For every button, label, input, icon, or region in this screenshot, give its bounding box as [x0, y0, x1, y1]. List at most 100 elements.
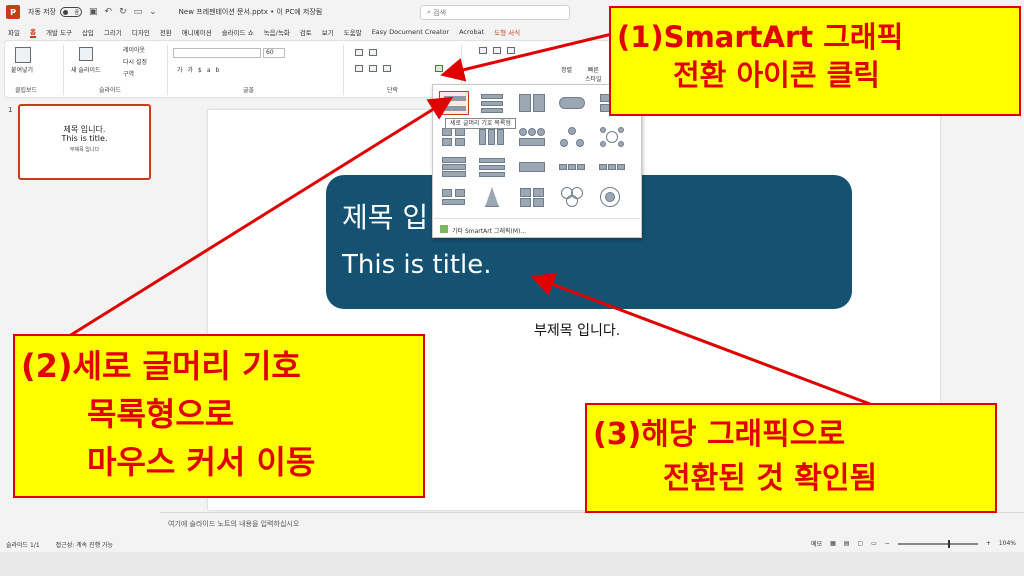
layout-button[interactable]: 레이아웃 [123, 45, 145, 54]
autosave-toggle[interactable]: 끔 [60, 7, 82, 17]
quick-styles-button[interactable]: 빠른 스타일 [585, 65, 602, 83]
redo-icon[interactable]: ↻ [119, 7, 127, 17]
smartart-option[interactable] [517, 155, 547, 179]
smartart-vertical-bullet-list[interactable] [439, 91, 469, 115]
tab-transitions[interactable]: 전환 [160, 27, 172, 37]
slide-subtitle[interactable]: 부제목 입니다. [534, 320, 620, 340]
smartart-option[interactable] [517, 185, 547, 209]
align-left-icon[interactable] [355, 65, 363, 72]
smartart-option[interactable] [557, 125, 587, 149]
document-title: New 프레젠테이션 문서.pptx • 이 PC에 저장됨 [178, 8, 323, 16]
normal-view-icon[interactable]: ▦ [830, 540, 836, 547]
notes-pane[interactable]: 여기에 슬라이드 노트의 내용을 입력하십시오 [160, 512, 1024, 536]
zoom-out-icon[interactable]: − [885, 540, 890, 547]
tab-help[interactable]: 도움말 [344, 27, 362, 37]
smartart-option[interactable] [517, 91, 547, 115]
clipboard-group-label: 클립보드 [15, 87, 38, 94]
font-group-label: 글꼴 [243, 87, 255, 94]
status-bar: 슬라이드 1/1 접근성: 계속 진행 가능 메모 ▦ ▤ ▢ ▭ − + 10… [0, 536, 1024, 552]
bottom-strip [0, 552, 1024, 576]
smartart-option[interactable] [517, 125, 547, 149]
search-input[interactable]: ⌕ 검색 [420, 5, 570, 20]
slideshow-view-icon[interactable]: ▭ [871, 540, 877, 547]
slide-thumbnail[interactable]: 제목 입니다. This is title. 부제목 입니다 [18, 104, 151, 180]
paste-button[interactable]: 붙여넣기 [11, 65, 33, 74]
callout-step2: (2)세로 글머리 기호 목록형으로 마우스 커서 이동 [13, 334, 425, 498]
section-button[interactable]: 구역 [123, 69, 134, 78]
smartart-option[interactable] [439, 155, 469, 179]
tab-home[interactable]: 홈 [29, 26, 36, 38]
bullets-icon[interactable] [355, 49, 363, 56]
smartart-option[interactable] [477, 91, 507, 115]
arrange-button[interactable]: 정렬 [561, 65, 572, 74]
zoom-level[interactable]: 104% [999, 540, 1016, 547]
smartart-option[interactable] [477, 155, 507, 179]
tab-easy-document-creator[interactable]: Easy Document Creator [372, 28, 449, 36]
slide-title-line1: 제목 입 [342, 201, 429, 234]
save-icon[interactable]: ▣ [89, 7, 98, 17]
zoom-slider[interactable] [897, 539, 978, 548]
smartart-option[interactable] [439, 185, 469, 209]
ribbon-divider [167, 45, 168, 95]
callout-step1: (1)SmartArt 그래픽 전환 아이콘 클릭 [609, 6, 1021, 116]
shape-line-icon[interactable] [507, 47, 515, 54]
paste-icon[interactable] [15, 47, 31, 63]
autosave-label: 자동 저장 [28, 8, 56, 16]
smartart-option[interactable] [557, 185, 587, 209]
shape-rectangle-icon[interactable] [493, 47, 501, 54]
undo-icon[interactable]: ↶ [105, 7, 113, 17]
smartart-option[interactable] [597, 155, 627, 179]
new-slide-icon[interactable] [79, 47, 93, 61]
tab-animations[interactable]: 애니메이션 [182, 27, 212, 37]
reset-button[interactable]: 다시 설정 [123, 57, 147, 66]
slide-count: 슬라이드 1/1 [6, 541, 40, 549]
tab-developer[interactable]: 개발 도구 [46, 27, 72, 37]
tab-insert[interactable]: 삽입 [82, 27, 94, 37]
smartart-option[interactable] [597, 125, 627, 149]
smartart-option[interactable] [597, 185, 627, 209]
slide-title-line2: This is title. [342, 250, 492, 280]
slides-group-label: 슬라이드 [99, 87, 122, 94]
more-smartart-graphics[interactable]: 기타 SmartArt 그래픽(M)... [432, 218, 642, 238]
font-format-buttons[interactable]: 가가$ab [177, 65, 224, 74]
align-center-icon[interactable] [369, 65, 377, 72]
search-placeholder: 검색 [433, 8, 447, 17]
tab-shape-format[interactable]: 도형 서식 [494, 27, 520, 37]
tab-file[interactable]: 파일 [8, 27, 20, 37]
notes-toggle[interactable]: 메모 [811, 539, 822, 548]
reading-view-icon[interactable]: ▢ [857, 540, 863, 547]
smartart-icon [440, 225, 448, 233]
powerpoint-window: P 자동 저장 끔 ▣ ↶ ↻ ▭ ⌄ New 프레젠테이션 문서.pptx •… [0, 0, 1024, 576]
convert-to-smartart-icon[interactable] [435, 65, 443, 72]
smartart-option[interactable] [557, 91, 587, 115]
align-right-icon[interactable] [383, 65, 391, 72]
tab-record[interactable]: 녹음/녹화 [264, 27, 290, 37]
tab-acrobat[interactable]: Acrobat [459, 28, 484, 36]
tab-review[interactable]: 검토 [300, 27, 312, 37]
slide-sorter-icon[interactable]: ▤ [844, 540, 850, 547]
presentation-icon[interactable]: ▭ [134, 7, 143, 17]
smartart-option[interactable] [557, 155, 587, 179]
font-size-field[interactable]: 60 [263, 48, 285, 58]
notes-placeholder: 여기에 슬라이드 노트의 내용을 입력하십시오 [168, 520, 300, 528]
accessibility-status[interactable]: 접근성: 계속 진행 가능 [56, 540, 113, 549]
thumbnail-title-en: This is title. [61, 134, 108, 143]
ribbon-divider [63, 45, 64, 95]
new-slide-button[interactable]: 새 슬라이드 [71, 65, 101, 74]
font-name-field[interactable] [173, 48, 261, 58]
smartart-option[interactable] [477, 185, 507, 209]
tab-view[interactable]: 보기 [322, 27, 334, 37]
tab-slideshow[interactable]: 슬라이드 쇼 [222, 27, 254, 37]
tab-design[interactable]: 디자인 [132, 27, 150, 37]
paragraph-group-label: 단락 [387, 87, 399, 94]
customize-toolbar-icon[interactable]: ⌄ [149, 7, 157, 17]
smartart-tooltip: 세로 글머리 기호 목록형 [445, 118, 516, 129]
numbering-icon[interactable] [369, 49, 377, 56]
tab-draw[interactable]: 그리기 [104, 27, 122, 37]
shape-textbox-icon[interactable] [479, 47, 487, 54]
callout-step3: (3)해당 그래픽으로 전환된 것 확인됨 [585, 403, 997, 513]
zoom-in-icon[interactable]: + [986, 540, 991, 547]
powerpoint-logo-icon: P [6, 5, 20, 19]
ribbon-divider [343, 45, 344, 95]
slide-number: 1 [8, 106, 13, 114]
